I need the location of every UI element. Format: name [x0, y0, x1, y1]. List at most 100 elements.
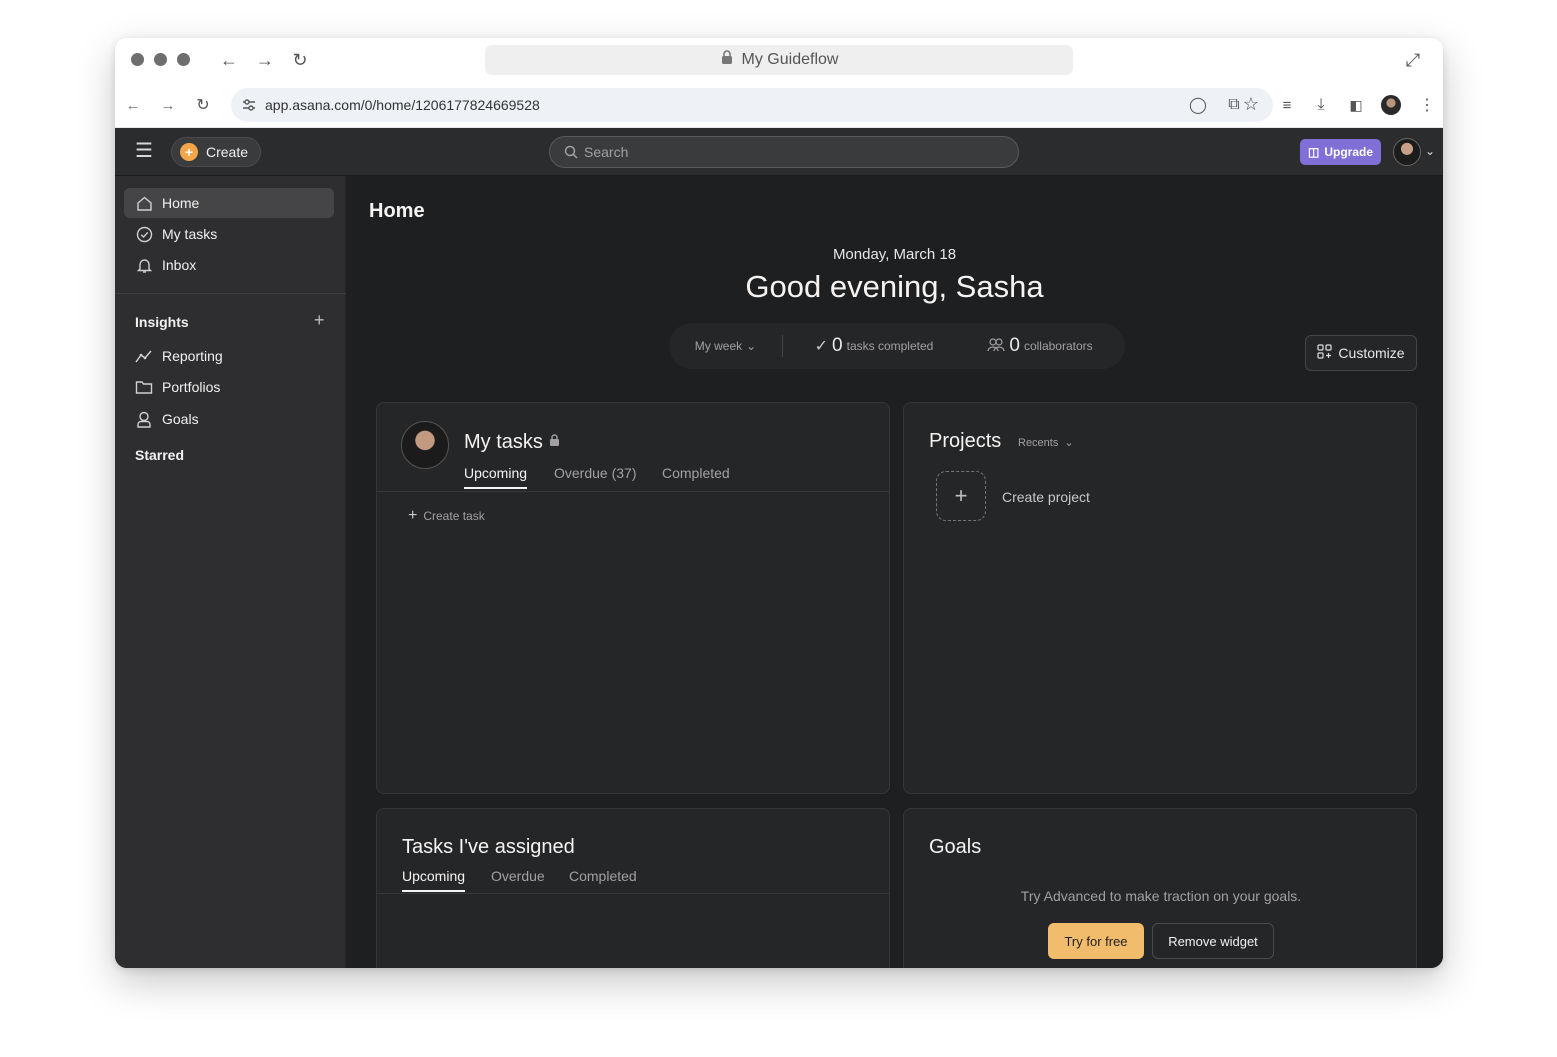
period-label: My week [694, 339, 743, 353]
upgrade-label: Upgrade [1324, 145, 1374, 159]
sidebar-item-goals[interactable]: Goals [124, 404, 334, 434]
tasks-completed-count: 0 [832, 335, 843, 356]
my-tasks-avatar [401, 421, 449, 469]
sidebar-item-label: Goals [162, 411, 199, 427]
chevron-down-icon: ⌄ [746, 339, 757, 353]
site-settings-icon[interactable] [241, 97, 257, 118]
page-title: Home [369, 200, 425, 222]
create-task-label: Create task [423, 509, 485, 523]
back-icon[interactable]: ← [121, 93, 145, 117]
tab-completed[interactable]: Completed [569, 868, 637, 884]
tasks-completed-stat: ✓ 0 tasks completed [783, 335, 965, 357]
add-insight-icon[interactable]: + [314, 310, 325, 331]
tab-overdue[interactable]: Overdue [491, 868, 545, 884]
plus-icon: + [408, 507, 418, 524]
forward-icon[interactable]: → [156, 93, 180, 117]
address-bar[interactable]: app.asana.com/0/home/1206177824669528 ☆ [231, 88, 1273, 122]
tabs-divider [377, 491, 889, 492]
arrow-left-icon[interactable]: ← [217, 48, 241, 72]
folder-icon [135, 378, 153, 396]
create-task-button[interactable]: + Create task [408, 507, 485, 525]
recents-label: Recents [1018, 436, 1059, 449]
sidebar-item-home[interactable]: Home [124, 188, 334, 218]
extension-circle-icon[interactable]: ◯ [1186, 93, 1210, 117]
create-project-plus-icon[interactable]: + [936, 471, 986, 521]
projects-title[interactable]: Projects [929, 430, 1001, 453]
stats-bar: My week ⌄ ✓ 0 tasks completed 0 collabor… [669, 323, 1125, 369]
plus-icon: + [180, 143, 198, 161]
sidebar-divider [115, 293, 346, 294]
insights-heading: Insights [135, 314, 189, 330]
browser-window: ← → ↻ My Guideflow ⤢ ← → ↻ app.asana.com… [115, 38, 1443, 968]
collaborators-stat: 0 collaborators [965, 335, 1115, 357]
sidebar-item-my-tasks[interactable]: My tasks [124, 219, 334, 249]
more-vert-icon[interactable]: ⋮ [1415, 93, 1439, 117]
search-placeholder: Search [584, 144, 629, 160]
maximize-window-button[interactable] [177, 53, 190, 66]
tab-completed[interactable]: Completed [662, 465, 730, 481]
sidebar: Home My tasks Inbox Insights + Reporting… [115, 176, 346, 968]
profile-avatar[interactable] [1381, 95, 1401, 115]
close-window-button[interactable] [131, 53, 144, 66]
tab-overdue[interactable]: Overdue (37) [554, 465, 636, 481]
hamburger-menu-icon[interactable]: ☰ [135, 141, 153, 161]
expand-icon[interactable]: ⤢ [1401, 48, 1425, 72]
people-icon [987, 337, 1005, 355]
media-control-icon[interactable]: ≡ [1275, 93, 1299, 117]
grid-icon [1317, 344, 1333, 362]
greeting-heading: Good evening, Sasha [745, 269, 1044, 304]
my-tasks-title[interactable]: My tasks [464, 431, 543, 454]
create-button-label: Create [206, 144, 249, 160]
sidebar-item-reporting[interactable]: Reporting [124, 341, 334, 371]
try-for-free-button[interactable]: Try for free [1048, 923, 1144, 959]
upgrade-button[interactable]: ◫ Upgrade [1300, 139, 1382, 165]
main-content: Home Monday, March 18 Good evening, Sash… [346, 176, 1443, 968]
create-button[interactable]: + Create [171, 137, 262, 167]
user-avatar[interactable] [1393, 138, 1421, 166]
sidebar-item-inbox[interactable]: Inbox [124, 250, 334, 280]
collaborators-count: 0 [1009, 335, 1020, 356]
gift-icon: ◫ [1308, 145, 1320, 159]
tab-upcoming[interactable]: Upcoming [402, 868, 466, 892]
lock-icon [720, 50, 734, 70]
customize-button[interactable]: Customize [1305, 335, 1417, 371]
sidebar-item-label: Portfolios [162, 379, 221, 395]
tasks-completed-label: tasks completed [846, 339, 934, 353]
search-input[interactable]: Search [549, 136, 1019, 168]
tab-upcoming[interactable]: Upcoming [464, 465, 528, 489]
recents-dropdown[interactable]: Recents ⌄ [1018, 436, 1074, 450]
sidebar-item-label: Reporting [162, 348, 223, 364]
tasks-assigned-title[interactable]: Tasks I've assigned [402, 836, 575, 859]
period-dropdown[interactable]: My week ⌄ [669, 339, 782, 353]
person-icon [135, 410, 153, 428]
tasks-assigned-widget: Tasks I've assigned Upcoming Overdue Com… [376, 808, 890, 968]
search-icon [564, 145, 578, 159]
sidebar-item-label: Home [162, 195, 200, 211]
create-project-label[interactable]: Create project [1002, 489, 1090, 505]
sidebar-item-portfolios[interactable]: Portfolios [124, 372, 334, 402]
lock-icon [549, 434, 560, 452]
chevron-down-icon[interactable]: ⌄ [1425, 144, 1435, 158]
sidebar-item-label: My tasks [162, 226, 218, 242]
goals-widget: Goals Try Advanced to make traction on y… [903, 808, 1417, 968]
remove-widget-button[interactable]: Remove widget [1152, 923, 1274, 959]
url-text: app.asana.com/0/home/1206177824669528 [265, 97, 540, 113]
reload-icon[interactable]: ↻ [288, 48, 312, 72]
sidebar-item-label: Inbox [162, 257, 197, 273]
my-tasks-widget: My tasks Upcoming Overdue (37) Completed… [376, 402, 890, 794]
projects-widget: Projects Recents ⌄ + Create project [903, 402, 1417, 794]
extensions-puzzle-icon[interactable]: ⧉ [1222, 93, 1246, 117]
customize-label: Customize [1338, 345, 1405, 361]
starred-heading: Starred [135, 447, 185, 463]
arrow-right-icon[interactable]: → [253, 48, 277, 72]
download-icon[interactable]: ⤓ [1309, 93, 1333, 117]
check-circle-icon [135, 225, 153, 243]
browser-toolbar: ← → ↻ app.asana.com/0/home/1206177824669… [115, 82, 1443, 128]
home-icon [135, 194, 153, 212]
asana-app: ☰ + Create Search ◫ Upgrade ⌄ Home My ta… [115, 128, 1443, 968]
refresh-icon[interactable]: ↻ [191, 93, 215, 117]
goals-title[interactable]: Goals [929, 836, 981, 859]
tabs-divider [377, 893, 889, 894]
side-panel-icon[interactable]: ◧ [1344, 93, 1368, 117]
minimize-window-button[interactable] [154, 53, 167, 66]
